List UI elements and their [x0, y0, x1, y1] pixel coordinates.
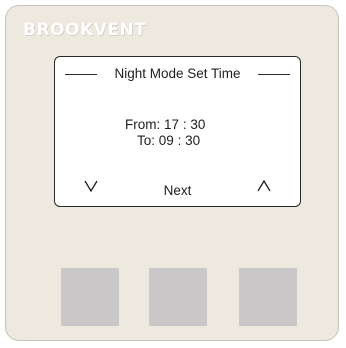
to-hours: 09: [158, 133, 174, 148]
from-label: From:: [125, 117, 161, 132]
from-time-row: From: 17 : 30: [125, 117, 205, 132]
to-separator: :: [177, 133, 182, 148]
right-button[interactable]: [239, 268, 297, 326]
control-panel: BROOKVENT Night Mode Set Time From: 17 :…: [5, 5, 339, 341]
left-button[interactable]: [61, 268, 119, 326]
middle-button[interactable]: [149, 268, 207, 326]
chevron-up-icon: [257, 179, 271, 192]
to-minutes: 30: [185, 133, 201, 148]
from-minutes: 30: [190, 117, 206, 132]
lcd-display: Night Mode Set Time From: 17 : 30 To: 09…: [54, 56, 301, 207]
to-time-row: To: 09 : 30: [137, 133, 200, 148]
brand-logo: BROOKVENT: [23, 20, 147, 40]
from-hours: 17: [164, 117, 180, 132]
from-separator: :: [182, 117, 187, 132]
to-label: To:: [137, 133, 156, 148]
title-rule-right: [258, 74, 290, 75]
